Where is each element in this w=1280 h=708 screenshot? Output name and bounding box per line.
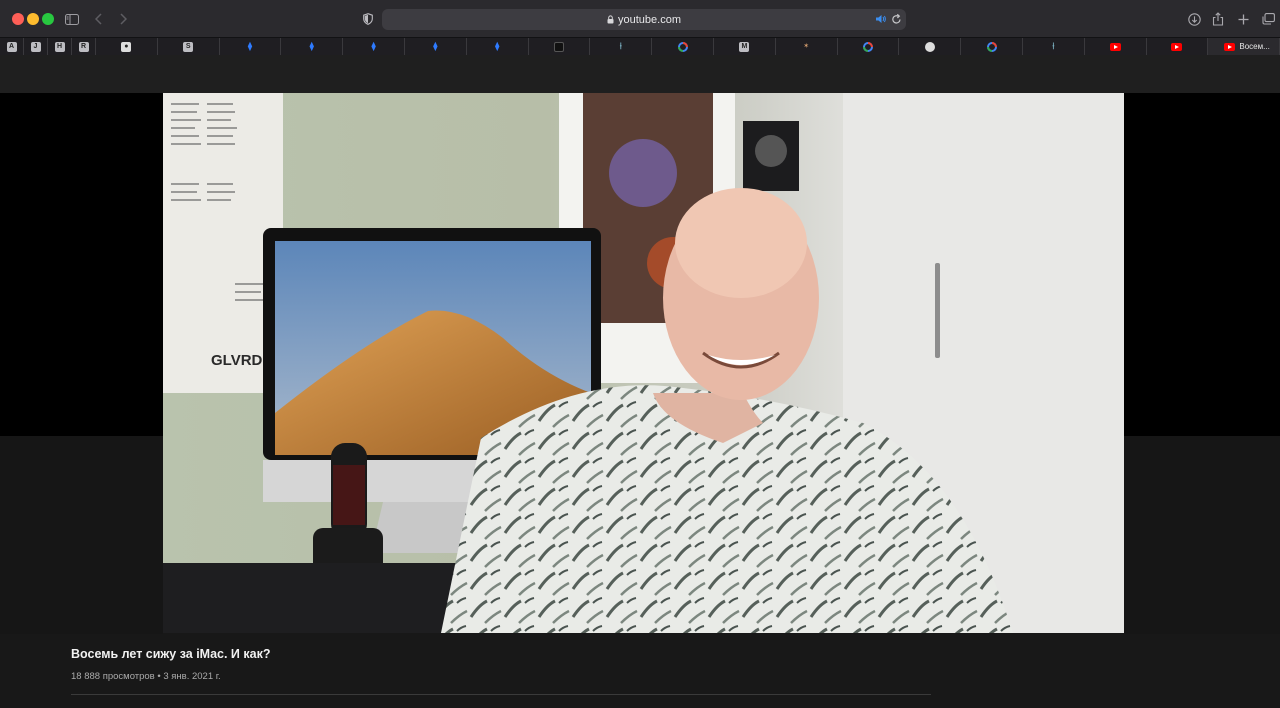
browser-tab[interactable]: ⧫ bbox=[220, 38, 282, 55]
apple-icon: ● bbox=[121, 41, 132, 52]
browser-tab[interactable] bbox=[1147, 38, 1209, 55]
player-letterbox-left bbox=[0, 93, 163, 436]
sidebar-icon bbox=[65, 13, 79, 25]
tabs-overview-icon bbox=[1261, 13, 1275, 25]
browser-tab[interactable]: J bbox=[24, 38, 48, 55]
jira-icon: ⧫ bbox=[433, 41, 438, 51]
divider bbox=[71, 694, 931, 695]
tab-overview-button[interactable] bbox=[1258, 9, 1278, 29]
browser-tab[interactable]: ⧫ bbox=[405, 38, 467, 55]
sidebar-toggle-button[interactable] bbox=[62, 9, 82, 29]
tab-bar: A J H R ● S ⧫ ⧫ ⧫ ⧫ ⧫ ⍿ M ✶ ⍿ Восем... bbox=[0, 37, 1280, 55]
browser-tab[interactable]: A bbox=[0, 38, 24, 55]
new-tab-button[interactable] bbox=[1233, 9, 1253, 29]
jira-icon: ⧫ bbox=[309, 41, 314, 51]
share-icon bbox=[1212, 12, 1224, 26]
jira-icon: ⧫ bbox=[247, 41, 253, 51]
browser-tab[interactable]: ⧫ bbox=[467, 38, 529, 55]
browser-tab[interactable] bbox=[652, 38, 714, 55]
jira-icon: ⧫ bbox=[494, 41, 500, 51]
browser-tab[interactable]: H bbox=[48, 38, 72, 55]
browser-tab[interactable]: S bbox=[158, 38, 220, 55]
google-icon bbox=[986, 41, 997, 52]
youtube-icon bbox=[1109, 42, 1121, 51]
forward-button[interactable] bbox=[113, 9, 133, 29]
video-frame: GLVRD.R bbox=[163, 93, 1124, 633]
youtube-icon bbox=[1171, 42, 1183, 51]
speaker-icon[interactable] bbox=[875, 13, 887, 25]
circle-icon bbox=[924, 41, 935, 52]
tab-favicon-letter: S bbox=[183, 41, 194, 52]
browser-tab[interactable] bbox=[1085, 38, 1147, 55]
page-background-right bbox=[1124, 436, 1280, 634]
download-icon bbox=[1187, 12, 1201, 26]
browser-tab[interactable] bbox=[961, 38, 1023, 55]
video-player[interactable]: GLVRD.R bbox=[163, 93, 1124, 633]
browser-tab[interactable] bbox=[899, 38, 962, 55]
browser-tab[interactable]: ⧫ bbox=[343, 38, 405, 55]
chevron-left-icon bbox=[95, 13, 102, 25]
browser-tab[interactable]: M bbox=[714, 38, 776, 55]
browser-toolbar: youtube.com bbox=[0, 0, 1280, 37]
active-tab-label: Восем... bbox=[1239, 42, 1270, 51]
browser-tab[interactable]: ⍿ bbox=[1023, 38, 1085, 55]
pin-icon: ⍿ bbox=[619, 41, 622, 51]
chevron-right-icon bbox=[120, 13, 127, 25]
browser-tab[interactable]: ✶ bbox=[776, 38, 838, 55]
back-button[interactable] bbox=[89, 9, 109, 29]
jira-icon: ⧫ bbox=[371, 41, 376, 51]
video-title: Восемь лет сижу за iMac. И как? bbox=[71, 647, 271, 661]
shield-icon bbox=[363, 13, 373, 25]
reload-icon[interactable] bbox=[891, 13, 902, 25]
tab-favicon-letter: H bbox=[54, 41, 65, 52]
youtube-icon bbox=[1224, 42, 1236, 51]
dark-square-icon bbox=[553, 41, 564, 52]
active-tab[interactable]: Восем... bbox=[1208, 38, 1280, 55]
address-text: youtube.com bbox=[618, 13, 681, 26]
tab-favicon-letter: J bbox=[30, 41, 41, 52]
browser-tab[interactable]: ⧫ bbox=[281, 38, 344, 55]
google-icon bbox=[862, 41, 873, 52]
browser-tab[interactable]: ● bbox=[96, 38, 158, 55]
page-top-area bbox=[0, 55, 1280, 93]
privacy-report-button[interactable] bbox=[358, 9, 378, 29]
page-background-left bbox=[0, 436, 163, 634]
address-bar[interactable]: youtube.com bbox=[382, 9, 906, 30]
browser-tab[interactable] bbox=[838, 38, 900, 55]
figure-icon: ✶ bbox=[803, 43, 810, 50]
browser-tab[interactable]: ⍿ bbox=[590, 38, 653, 55]
lock-icon bbox=[607, 15, 614, 24]
close-window-button[interactable] bbox=[12, 13, 24, 25]
share-button[interactable] bbox=[1208, 9, 1228, 29]
pin-icon: ⍿ bbox=[1052, 41, 1055, 51]
browser-tab[interactable] bbox=[529, 38, 591, 55]
tab-favicon-letter: R bbox=[78, 41, 89, 52]
player-letterbox-right bbox=[1124, 93, 1280, 436]
video-meta: 18 888 просмотров • 3 янв. 2021 г. bbox=[71, 671, 221, 682]
zoom-window-button[interactable] bbox=[42, 13, 54, 25]
plus-icon bbox=[1238, 14, 1248, 24]
minimize-window-button[interactable] bbox=[27, 13, 39, 25]
downloads-button[interactable] bbox=[1184, 9, 1204, 29]
tab-favicon-letter: M bbox=[739, 41, 750, 52]
tab-favicon-letter: A bbox=[6, 41, 17, 52]
google-icon bbox=[677, 41, 688, 52]
browser-tab[interactable]: R bbox=[72, 38, 96, 55]
